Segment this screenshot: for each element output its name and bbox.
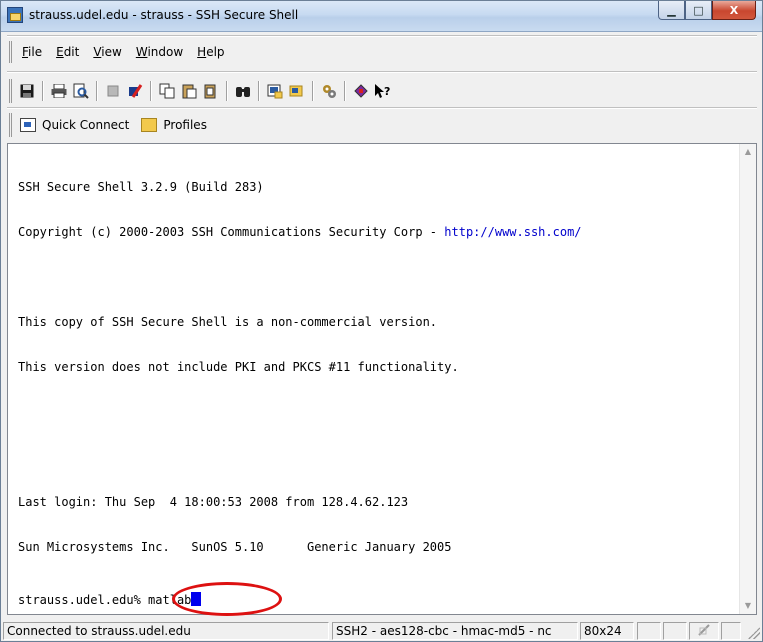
toolbar-separator (312, 81, 314, 101)
quick-connect-bar: Quick Connect Profiles (9, 113, 219, 137)
ssh-website-link[interactable]: http://www.ssh.com/ (444, 225, 581, 239)
quick-connect-label: Quick Connect (42, 118, 130, 132)
connection-status: Connected to strauss.udel.edu (3, 622, 329, 640)
folder-icon (141, 118, 158, 132)
terminal-line: This version does not include PKI and PK… (18, 360, 459, 374)
encryption-lock-icon (689, 622, 719, 640)
minimize-button[interactable]: ▁ (658, 1, 685, 20)
file-transfer-icon[interactable] (288, 82, 306, 100)
menu-view[interactable]: View (93, 45, 121, 59)
toolbar-separator (96, 81, 98, 101)
context-help-icon[interactable]: ? (374, 82, 392, 100)
terminal-line: This copy of SSH Secure Shell is a non-c… (18, 315, 438, 329)
terminal-line-text: Copyright (c) 2000-2003 SSH Communicatio… (18, 225, 445, 239)
menu-file[interactable]: File (22, 45, 42, 59)
menu-help[interactable]: Help (197, 45, 224, 59)
terminal-line: Sun Microsystems Inc. SunOS 5.10 Generic… (18, 540, 452, 554)
terminal-line: SSH Secure Shell 3.2.9 (Build 283) (18, 180, 264, 194)
terminal-area[interactable]: SSH Secure Shell 3.2.9 (Build 283) Copyr… (7, 143, 757, 616)
terminal-size-status: 80x24 (580, 622, 634, 640)
help-icon[interactable] (352, 82, 370, 100)
menu-window[interactable]: Window (136, 45, 183, 59)
quick-connect-button[interactable]: Quick Connect (20, 118, 129, 132)
maximize-button[interactable]: □ (685, 1, 712, 20)
title-bar[interactable]: strauss.udel.edu - strauss - SSH Secure … (1, 1, 762, 32)
disconnect-icon[interactable] (104, 82, 122, 100)
terminal-line: Copyright (c) 2000-2003 SSH Communicatio… (18, 225, 582, 240)
toolbar-separator (226, 81, 228, 101)
quick-connect-icon (20, 118, 36, 132)
toolbar-separator (258, 81, 260, 101)
scroll-up-icon[interactable]: ▲ (740, 144, 756, 160)
terminal-line: Last login: Thu Sep 4 18:00:53 2008 from… (18, 495, 409, 509)
app-icon[interactable] (7, 7, 23, 23)
print-icon[interactable] (50, 82, 68, 100)
paste-special-icon[interactable] (202, 82, 220, 100)
ssh-client-window: strauss.udel.edu - strauss - SSH Secure … (0, 0, 763, 642)
divider (7, 107, 757, 109)
toolbar-separator (42, 81, 44, 101)
status-blank (637, 622, 661, 640)
window-title: strauss.udel.edu - strauss - SSH Secure … (29, 8, 299, 22)
svg-text:?: ? (384, 85, 390, 98)
prompt-text: strauss.udel.edu% (18, 593, 149, 607)
cipher-status: SSH2 - aes128-cbc - hmac-md5 - nc (332, 622, 578, 640)
toolbar-separator (150, 81, 152, 101)
status-blank (721, 622, 741, 640)
menu-bar: File Edit View Window Help (9, 41, 239, 63)
toolbar: ? (9, 79, 538, 103)
status-blank (663, 622, 687, 640)
profiles-label: Profiles (163, 118, 207, 132)
window-controls: ▁ □ X (658, 1, 756, 22)
print-preview-icon[interactable] (72, 82, 90, 100)
profiles-button[interactable]: Profiles (141, 118, 207, 132)
save-icon[interactable] (18, 82, 36, 100)
status-bar: Connected to strauss.udel.edu SSH2 - aes… (1, 620, 762, 641)
new-connection-icon[interactable] (126, 82, 144, 100)
copy-icon[interactable] (158, 82, 176, 100)
find-icon[interactable] (234, 82, 252, 100)
annotation-circle (172, 582, 282, 616)
paste-icon[interactable] (180, 82, 198, 100)
divider (7, 35, 757, 37)
scroll-down-icon[interactable]: ▼ (740, 598, 756, 614)
new-terminal-icon[interactable] (266, 82, 284, 100)
menu-edit[interactable]: Edit (56, 45, 79, 59)
resize-grip-icon[interactable] (748, 627, 760, 639)
divider (7, 71, 757, 73)
vertical-scrollbar[interactable]: ▲ ▼ (739, 144, 756, 614)
toolbar-separator (344, 81, 346, 101)
settings-icon[interactable] (320, 82, 338, 100)
terminal-output: SSH Secure Shell 3.2.9 (Build 283) Copyr… (18, 150, 582, 585)
close-button[interactable]: X (712, 1, 756, 20)
